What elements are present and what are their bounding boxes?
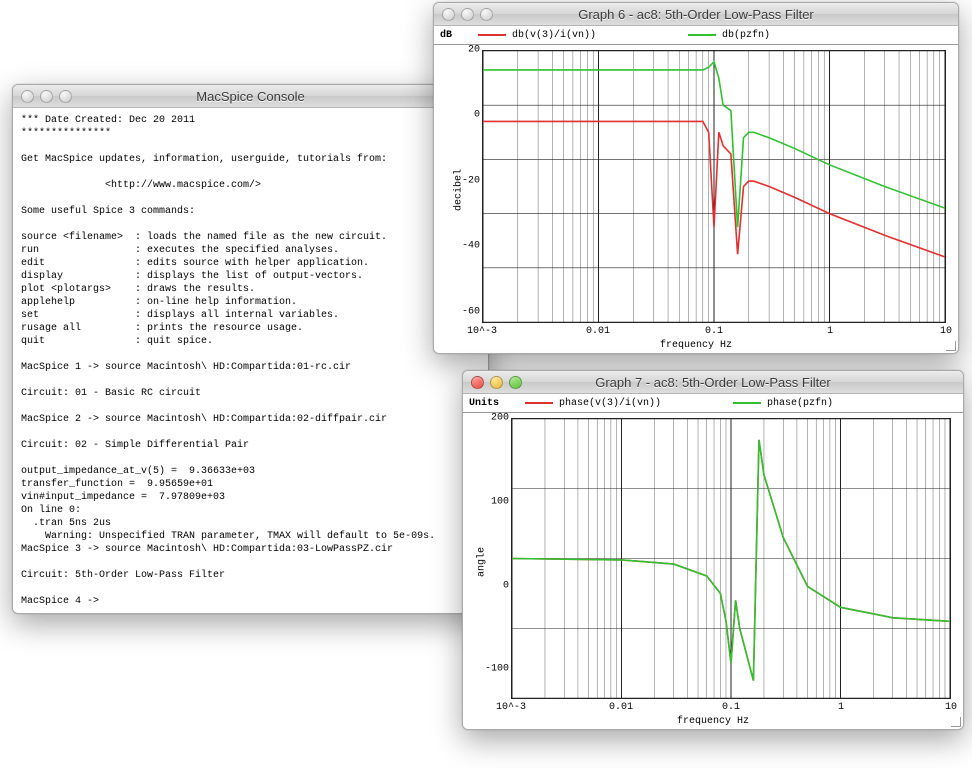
- minimize-icon[interactable]: [40, 90, 53, 103]
- ytick: -40: [454, 241, 480, 252]
- resize-handle[interactable]: [944, 339, 957, 352]
- series1-swatch: [525, 402, 553, 404]
- graph6-plot: [482, 50, 946, 323]
- ytick: 200: [483, 413, 509, 424]
- xtick: 0.1: [705, 326, 723, 337]
- graph7-ylabel: angle: [477, 546, 488, 576]
- ytick: 100: [483, 496, 509, 507]
- ytick: -20: [454, 175, 480, 186]
- minimize-icon[interactable]: [490, 376, 503, 389]
- xtick: 0.1: [722, 702, 740, 713]
- zoom-icon[interactable]: [480, 8, 493, 21]
- xtick: 0.01: [609, 702, 633, 713]
- window-controls: [434, 8, 493, 21]
- graph6-xlabel: frequency Hz: [434, 340, 958, 351]
- ytick: -100: [483, 664, 509, 675]
- zoom-icon[interactable]: [509, 376, 522, 389]
- graph6-legend: dB db(v(3)/i(vn)) db(pzfn): [434, 26, 958, 45]
- console-title: MacSpice Console: [13, 89, 488, 104]
- series2-swatch: [733, 402, 761, 404]
- xtick: 1: [827, 326, 833, 337]
- console-titlebar[interactable]: MacSpice Console: [13, 85, 488, 108]
- series2-label: phase(pzfn): [767, 398, 833, 409]
- xtick: 10: [940, 326, 952, 337]
- y-unit: Units: [469, 398, 499, 409]
- series2-swatch: [688, 34, 716, 36]
- series2-label: db(pzfn): [722, 30, 770, 41]
- close-icon[interactable]: [442, 8, 455, 21]
- graph7-plot: [511, 418, 951, 699]
- xtick: 10^-3: [496, 702, 526, 713]
- graph7-legend: Units phase(v(3)/i(vn)) phase(pzfn): [463, 394, 963, 413]
- graph6-window[interactable]: Graph 6 - ac8: 5th-Order Low-Pass Filter…: [433, 2, 959, 354]
- close-icon[interactable]: [21, 90, 34, 103]
- graph7-xlabel: frequency Hz: [463, 716, 963, 727]
- graph7-svg: [512, 419, 950, 698]
- graph6-svg: [483, 51, 945, 322]
- graph6-titlebar[interactable]: Graph 6 - ac8: 5th-Order Low-Pass Filter: [434, 3, 958, 26]
- graph6-title: Graph 6 - ac8: 5th-Order Low-Pass Filter: [434, 7, 958, 22]
- graph6-body: dB db(v(3)/i(vn)) db(pzfn) decibel frequ…: [434, 26, 958, 353]
- ytick: 0: [483, 580, 509, 591]
- xtick: 10^-3: [467, 326, 497, 337]
- series1-label: db(v(3)/i(vn)): [512, 30, 596, 41]
- xtick: 0.01: [586, 326, 610, 337]
- window-controls: [463, 376, 522, 389]
- series1-swatch: [478, 34, 506, 36]
- xtick: 10: [945, 702, 957, 713]
- graph7-window[interactable]: Graph 7 - ac8: 5th-Order Low-Pass Filter…: [462, 370, 964, 730]
- graph7-title: Graph 7 - ac8: 5th-Order Low-Pass Filter: [463, 375, 963, 390]
- graph7-body: Units phase(v(3)/i(vn)) phase(pzfn) angl…: [463, 394, 963, 729]
- console-output[interactable]: *** Date Created: Dec 20 2011 **********…: [13, 108, 488, 614]
- ytick: 20: [454, 45, 480, 56]
- resize-handle[interactable]: [949, 715, 962, 728]
- window-controls: [13, 90, 72, 103]
- zoom-icon[interactable]: [59, 90, 72, 103]
- close-icon[interactable]: [471, 376, 484, 389]
- ytick: 0: [454, 110, 480, 121]
- minimize-icon[interactable]: [461, 8, 474, 21]
- console-window[interactable]: MacSpice Console *** Date Created: Dec 2…: [12, 84, 489, 614]
- ytick: -60: [454, 306, 480, 317]
- series1-label: phase(v(3)/i(vn)): [559, 398, 661, 409]
- y-unit: dB: [440, 30, 452, 41]
- xtick: 1: [838, 702, 844, 713]
- graph7-titlebar[interactable]: Graph 7 - ac8: 5th-Order Low-Pass Filter: [463, 371, 963, 394]
